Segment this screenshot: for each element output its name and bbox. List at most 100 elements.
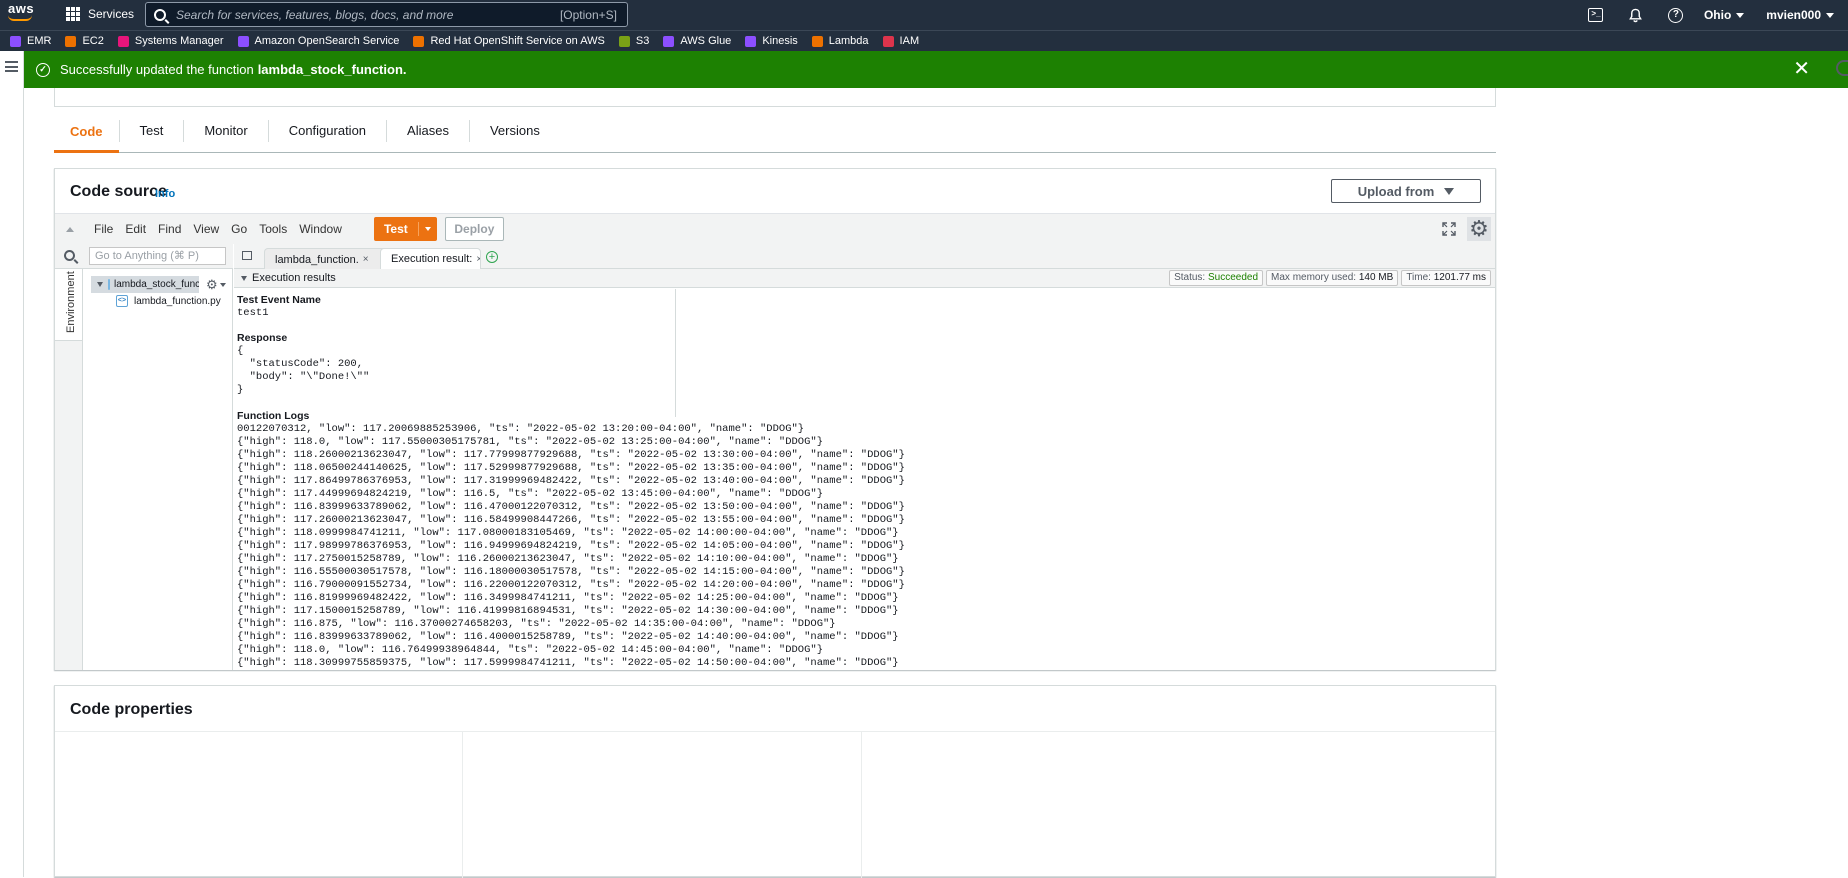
services-menu-button[interactable]: Services xyxy=(66,7,134,21)
test-event-name-value: test1 xyxy=(237,307,269,319)
service-icon xyxy=(237,35,249,47)
log-line: {"high": 118.0, "low": 116.7649993896484… xyxy=(237,644,823,656)
notifications-button[interactable] xyxy=(1628,7,1644,23)
ide-right-tools: ⚙ xyxy=(1442,217,1491,241)
favorite-s3[interactable]: S3 xyxy=(618,35,650,47)
service-icon xyxy=(65,35,77,47)
test-dropdown-button[interactable] xyxy=(419,227,437,231)
services-grid-icon xyxy=(66,7,80,21)
execution-results-label: Execution results xyxy=(252,272,336,284)
fullscreen-icon[interactable] xyxy=(1442,222,1456,236)
favorite-label: IAM xyxy=(899,35,920,47)
memory-value: 140 MB xyxy=(1358,272,1394,283)
add-tab-icon[interactable]: + xyxy=(486,251,498,263)
account-label: mvien000 xyxy=(1766,8,1821,22)
ide-menu-view[interactable]: View xyxy=(187,222,225,236)
favorite-label: S3 xyxy=(635,35,650,47)
search-placeholder: Search for services, features, blogs, do… xyxy=(176,7,454,22)
favorite-emr[interactable]: EMR xyxy=(10,35,51,47)
region-selector[interactable]: Ohio xyxy=(1704,8,1745,22)
favorite-systems-manager[interactable]: Systems Manager xyxy=(117,35,224,47)
ide-menu-items: File Edit Find View Go Tools Window xyxy=(88,222,348,236)
execution-results-header[interactable]: Execution results Status: Succeeded Max … xyxy=(234,269,1495,288)
log-line: 00122070312, "low": 117.20069885253906, … xyxy=(237,423,805,435)
favorite-amazon-opensearch-service[interactable]: Amazon OpenSearch Service xyxy=(237,35,400,47)
goto-anything-input[interactable]: Go to Anything (⌘ P) xyxy=(89,247,226,265)
ide-menu-edit[interactable]: Edit xyxy=(119,222,152,236)
ide-menu-file[interactable]: File xyxy=(88,222,119,236)
time-label: Time: xyxy=(1406,272,1431,283)
ide-menu-tools[interactable]: Tools xyxy=(253,222,293,236)
search-shortcut-hint: [Option+S] xyxy=(559,7,617,22)
aws-logo-text: aws xyxy=(8,1,35,16)
memory-label: Max memory used: xyxy=(1271,272,1357,283)
search-icon xyxy=(64,250,75,261)
info-link[interactable]: Info xyxy=(155,188,175,200)
cloudshell-icon: >_ xyxy=(1588,8,1604,22)
ide-menu-go[interactable]: Go xyxy=(225,222,253,236)
folder-name: lambda_stock_funct xyxy=(114,279,199,290)
ide-menu-window[interactable]: Window xyxy=(293,222,348,236)
tab-monitor[interactable]: Monitor xyxy=(184,120,269,142)
favorite-kinesis[interactable]: Kinesis xyxy=(745,35,798,47)
global-search-input[interactable]: Search for services, features, blogs, do… xyxy=(145,2,628,27)
aws-logo[interactable]: aws xyxy=(8,1,38,27)
deploy-button[interactable]: Deploy xyxy=(444,217,504,241)
close-tab-icon[interactable]: × xyxy=(476,254,480,265)
collapse-triangle-icon[interactable] xyxy=(66,226,74,232)
favorite-aws-glue[interactable]: AWS Glue xyxy=(663,35,731,47)
favorite-ec2[interactable]: EC2 xyxy=(65,35,104,47)
time-value: 1201.77 ms xyxy=(1433,272,1486,283)
tab-versions[interactable]: Versions xyxy=(470,120,560,142)
tab-test[interactable]: Test xyxy=(118,120,185,142)
favorite-label: AWS Glue xyxy=(680,35,732,47)
response-label: Response xyxy=(237,332,288,344)
favorite-lambda[interactable]: Lambda xyxy=(811,35,869,47)
editor-tab-lambda-function[interactable]: lambda_function. × xyxy=(264,248,390,270)
close-tab-icon[interactable]: × xyxy=(363,254,369,265)
log-line: {"high": 116.79000091552734, "low": 116.… xyxy=(237,579,905,591)
favorite-iam[interactable]: IAM xyxy=(882,35,920,47)
function-logs-label: Function Logs xyxy=(237,410,310,422)
service-icon xyxy=(811,35,823,47)
favorite-label: EC2 xyxy=(82,35,104,47)
status-badge: Status: Succeeded xyxy=(1169,270,1264,286)
editor-tab-bar: lambda_function.× Execution result:× + xyxy=(234,244,1495,270)
log-line: {"high": 118.0999984741211, "low": 117.0… xyxy=(237,527,899,539)
environment-tab[interactable]: Environment xyxy=(55,269,83,341)
help-icon: ? xyxy=(1668,7,1684,23)
divider xyxy=(55,731,1495,732)
ide-menubar: File Edit Find View Go Tools Window Test Deplo… xyxy=(55,213,1495,244)
log-line: {"high": 116.55500030517578, "low": 116.… xyxy=(237,566,905,578)
status-value: Succeeded xyxy=(1207,272,1259,283)
tab-list-icon[interactable] xyxy=(242,251,252,260)
tab-aliases[interactable]: Aliases xyxy=(387,120,470,142)
hamburger-menu-icon[interactable] xyxy=(5,61,18,72)
test-button[interactable]: Test xyxy=(373,217,437,241)
ide-menu-find[interactable]: Find xyxy=(152,222,187,236)
tree-file-item[interactable]: <> lambda_function.py xyxy=(116,295,221,307)
tab-code[interactable]: Code xyxy=(54,110,119,153)
memory-badge: Max memory used: 140 MB xyxy=(1266,270,1399,286)
upload-from-button[interactable]: Upload from xyxy=(1331,179,1481,203)
favorite-label: Amazon OpenSearch Service xyxy=(254,35,400,47)
help-panel-toggle-icon[interactable] xyxy=(1836,60,1848,76)
goto-anything-bar: Go to Anything (⌘ P) xyxy=(55,244,233,269)
tree-settings-gear-icon[interactable]: ⚙ xyxy=(206,277,226,293)
service-icon xyxy=(882,35,894,47)
editor-tab-execution-results[interactable]: Execution result:× xyxy=(380,248,481,270)
tree-folder-item[interactable]: lambda_stock_funct xyxy=(91,276,199,293)
favorite-red-hat-openshift-service-on-aws[interactable]: Red Hat OpenShift Service on AWS xyxy=(413,35,605,47)
tab-configuration[interactable]: Configuration xyxy=(269,120,388,142)
code-source-header: Code source Info Upload from xyxy=(55,169,1495,213)
cloudshell-button[interactable]: >_ xyxy=(1588,7,1604,23)
caret-down-icon xyxy=(1736,13,1745,19)
favorites-bar: EMR EC2 Systems Manager Amazon OpenSearch S… xyxy=(0,30,1848,51)
ide-settings-button[interactable]: ⚙ xyxy=(1467,217,1491,241)
account-menu[interactable]: mvien000 xyxy=(1766,8,1834,22)
close-icon[interactable]: ✕ xyxy=(1793,59,1810,79)
help-button[interactable]: ? xyxy=(1668,7,1684,23)
code-source-title: Code source xyxy=(70,183,167,200)
caret-down-icon xyxy=(424,227,431,231)
folder-icon xyxy=(108,279,110,290)
